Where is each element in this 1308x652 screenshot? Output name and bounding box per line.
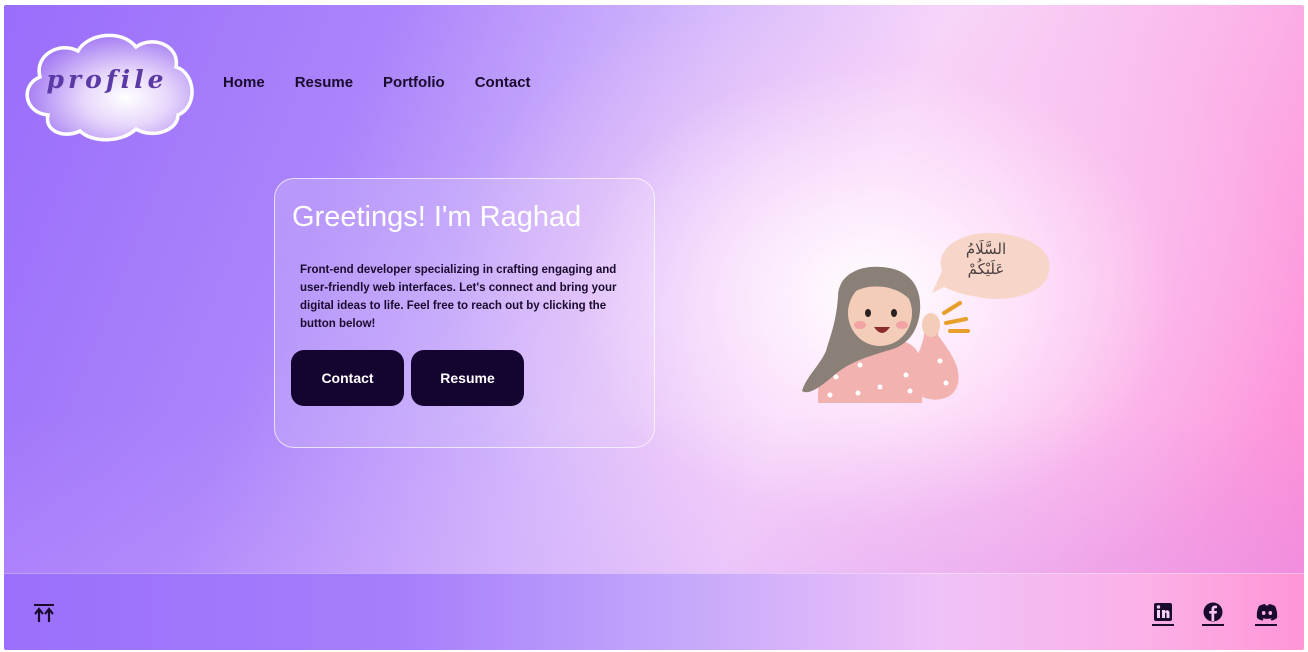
- footer: [4, 573, 1304, 650]
- intro-card: Greetings! I'm Raghad Front-end develope…: [274, 178, 655, 448]
- logo[interactable]: profile: [18, 27, 196, 143]
- nav-home[interactable]: Home: [223, 73, 265, 93]
- nav-resume[interactable]: Resume: [295, 73, 353, 93]
- logo-text: profile: [46, 65, 168, 94]
- facebook-icon[interactable]: [1202, 601, 1224, 626]
- linkedin-underline: [1152, 624, 1174, 626]
- greeting-illustration: السَّلَامُ عَلَيْكُمْ: [794, 227, 1054, 407]
- nav-portfolio[interactable]: Portfolio: [383, 73, 445, 93]
- main-nav: Home Resume Portfolio Contact: [223, 73, 561, 93]
- resume-button[interactable]: Resume: [411, 350, 524, 406]
- discord-icon[interactable]: [1255, 601, 1278, 626]
- page-frame: profile Home Resume Portfolio Contact Gr…: [4, 5, 1304, 650]
- hero-section: profile Home Resume Portfolio Contact Gr…: [4, 5, 1304, 573]
- linkedin-icon[interactable]: [1152, 601, 1174, 626]
- speech-bubble-text: السَّلَامُ عَلَيْكُمْ: [965, 240, 1007, 278]
- arrow-up-double-icon[interactable]: [32, 602, 56, 624]
- facebook-underline: [1202, 624, 1224, 626]
- contact-button[interactable]: Contact: [291, 350, 404, 406]
- page-title: Greetings! I'm Raghad: [292, 201, 582, 233]
- nav-contact[interactable]: Contact: [475, 73, 531, 93]
- discord-underline: [1255, 624, 1277, 626]
- intro-description: Front-end developer specializing in craf…: [300, 264, 617, 330]
